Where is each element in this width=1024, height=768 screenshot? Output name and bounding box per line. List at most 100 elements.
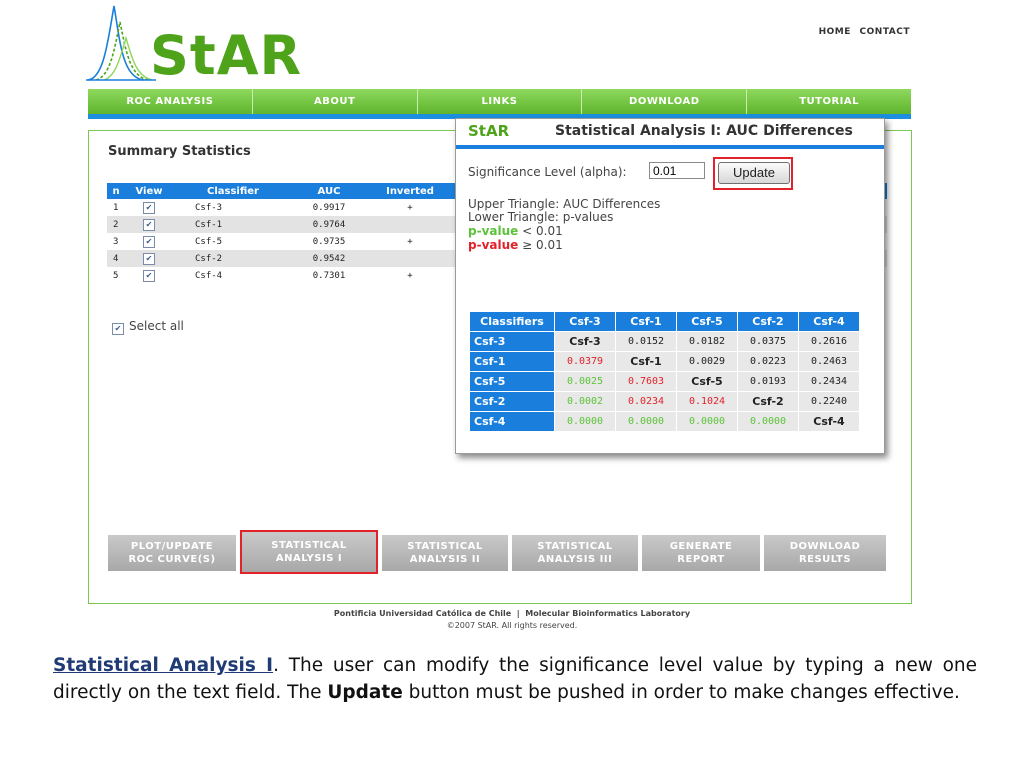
matrix-cell: 0.0002 [554,391,616,412]
matrix-row-header: Csf-1 [469,351,555,372]
legend-pvalue-word: p-value [468,238,519,252]
matrix-cell: 0.2240 [798,391,860,412]
contact-link[interactable]: CONTACT [860,27,910,37]
matrix-cell: 0.0000 [676,411,738,432]
popup-brand: StAR [468,122,510,140]
row-classifier: Csf-3 [195,202,223,213]
nav-links[interactable]: LINKS [418,89,583,114]
matrix-row: Csf-1 0.0379 Csf-1 0.0029 0.0223 0.2463 [469,351,860,372]
matrix-diagonal: Csf-2 [737,391,799,412]
footer-lab: Molecular Bioinformatics Laboratory [525,609,691,618]
matrix-diagonal: Csf-4 [798,411,860,432]
row-n: 5 [113,270,119,281]
view-checkbox[interactable]: ✔ [143,218,155,231]
popup-header: StAR Statistical Analysis I: AUC Differe… [456,119,884,147]
legend-pvalue-word: p-value [468,224,519,238]
matrix-cell: 0.2463 [798,351,860,372]
plot-update-roc-button[interactable]: PLOT/UPDATE ROC CURVE(S) [108,535,236,571]
matrix-row-header: Csf-3 [469,331,555,352]
matrix-cell: 0.0375 [737,331,799,352]
row-classifier: Csf-4 [195,270,223,281]
matrix-col-header: Csf-4 [798,311,860,332]
view-checkbox[interactable]: ✔ [143,235,155,248]
row-inverted: + [407,236,413,247]
btn-line2: ROC CURVE(S) [128,554,216,565]
row-inverted: + [407,202,413,213]
matrix-row-header: Csf-5 [469,371,555,392]
legend-not-significant: p-value ≥ 0.01 [468,239,563,251]
matrix-cell: 0.0379 [554,351,616,372]
slide-caption: Statistical Analysis I. The user can mod… [53,652,977,706]
matrix-col-header: Csf-3 [554,311,616,332]
nav-tutorial[interactable]: TUTORIAL [747,89,911,114]
matrix-row-header: Csf-4 [469,411,555,432]
matrix-diagonal: Csf-1 [615,351,677,372]
matrix-row-header: Csf-2 [469,391,555,412]
matrix-cell: 0.0000 [615,411,677,432]
btn-line2: RESULTS [798,554,852,565]
statistical-analysis-2-button[interactable]: STATISTICAL ANALYSIS II [382,535,508,571]
view-checkbox[interactable]: ✔ [143,252,155,265]
row-auc: 0.9735 [312,236,346,247]
btn-line2: REPORT [677,554,725,565]
view-checkbox[interactable]: ✔ [143,269,155,282]
col-view: View [125,183,173,199]
main-nav: ROC ANALYSIS ABOUT LINKS DOWNLOAD TUTORI… [88,89,911,114]
alpha-label: Significance Level (alpha): [468,165,627,179]
matrix-cell: 0.0234 [615,391,677,412]
nav-download[interactable]: DOWNLOAD [582,89,748,114]
matrix-cell: 0.0000 [737,411,799,432]
analysis-buttons: PLOT/UPDATE ROC CURVE(S) STATISTICAL ANA… [108,530,886,574]
col-n: n [107,183,125,199]
matrix-cell: 0.0025 [554,371,616,392]
row-auc: 0.9542 [293,250,365,267]
btn-line1: GENERATE [669,541,733,552]
matrix-cell: 0.0000 [554,411,616,432]
matrix-col-header: Csf-5 [676,311,738,332]
btn-line2: ANALYSIS I [275,553,343,564]
statistical-analysis-3-button[interactable]: STATISTICAL ANALYSIS III [512,535,638,571]
col-auc: AUC [293,183,365,199]
matrix-cell: 0.0182 [676,331,738,352]
legend-upper: Upper Triangle: AUC Differences [468,197,661,211]
summary-title: Summary Statistics [108,144,251,159]
significance-level-input[interactable] [649,162,705,179]
logo-text: StAR [150,24,303,87]
select-all-control[interactable]: ✔ Select all [112,319,184,335]
generate-report-button[interactable]: GENERATE REPORT [642,535,760,571]
matrix-cell: 0.0223 [737,351,799,372]
auc-difference-matrix: Classifiers Csf-3 Csf-1 Csf-5 Csf-2 Csf-… [469,311,860,432]
download-results-button[interactable]: DOWNLOAD RESULTS [764,535,886,571]
nav-about[interactable]: ABOUT [253,89,418,114]
row-auc: 0.9917 [312,202,346,213]
matrix-diagonal: Csf-3 [554,331,616,352]
btn-line2: ANALYSIS III [537,554,613,565]
view-checkbox[interactable]: ✔ [143,201,155,214]
btn-line1: STATISTICAL [407,541,483,552]
nav-roc-analysis[interactable]: ROC ANALYSIS [88,89,253,114]
matrix-diagonal: Csf-5 [676,371,738,392]
row-n: 2 [107,216,125,233]
legend-lower: Lower Triangle: p-values [468,210,614,224]
matrix-row: Csf-5 0.0025 0.7603 Csf-5 0.0193 0.2434 [469,371,860,392]
select-all-checkbox[interactable]: ✔ [112,323,124,335]
footer-institution: Pontificia Universidad Católica de Chile [333,609,512,618]
btn-line1: PLOT/UPDATE [130,541,214,552]
row-n: 3 [113,236,119,247]
select-all-label: Select all [129,319,184,333]
row-classifier: Csf-1 [173,216,293,233]
row-classifier: Csf-2 [173,250,293,267]
update-button[interactable]: Update [718,162,790,184]
col-classifier: Classifier [173,183,293,199]
legend-significant: p-value < 0.01 [468,225,563,237]
row-n: 1 [113,202,119,213]
matrix-corner: Classifiers [469,311,555,332]
statistical-analysis-1-button[interactable]: STATISTICAL ANALYSIS I [240,530,378,574]
matrix-col-header: Csf-2 [737,311,799,332]
home-link[interactable]: HOME [819,27,851,37]
footer-copyright: ©2007 StAR. All rights reserved. [446,621,578,630]
popup-divider [456,145,884,149]
legend-lt: < 0.01 [522,224,563,238]
row-classifier: Csf-5 [195,236,223,247]
row-inverted: + [407,270,413,281]
